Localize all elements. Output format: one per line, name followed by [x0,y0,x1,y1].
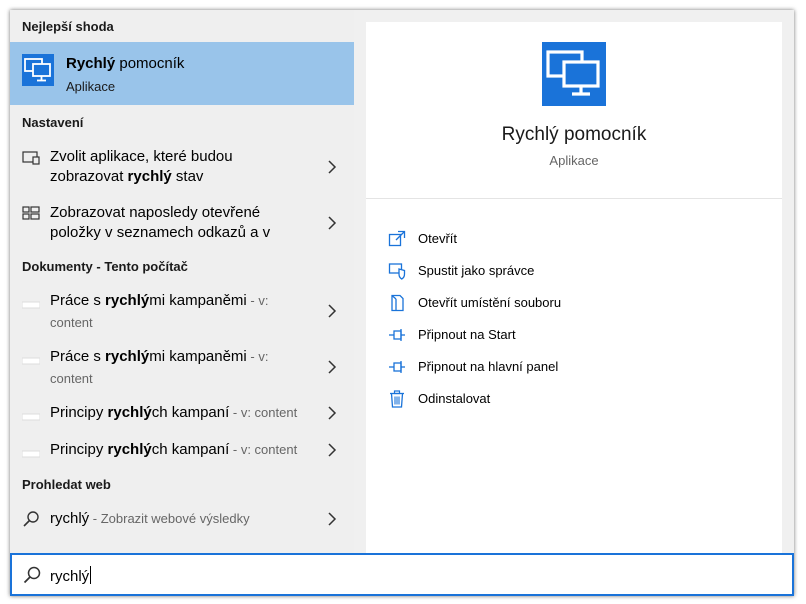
action-label: Otevřít [418,231,458,246]
best-match-item[interactable]: Rychlý pomocník Aplikace [10,42,354,105]
pin-icon [389,329,405,341]
action-label: Připnout na Start [418,327,516,342]
search-icon [23,566,41,584]
document-title: Principy rychlých kampaní - v: content [50,404,298,421]
web-query: rychlý [50,510,90,527]
settings-display-icon [22,151,40,170]
action-label: Spustit jako správce [418,263,535,278]
app-name: Rychlý pomocník [501,124,647,145]
document-title: Práce s rychlými kampaněmi - v: [50,348,269,365]
document-location: content [50,315,93,330]
document-icon [21,296,41,314]
chevron-right-icon [328,216,337,230]
best-match-subtitle: Aplikace [66,79,116,94]
start-layout-icon [22,206,40,225]
app-type: Aplikace [549,153,599,168]
section-best-match: Nejlepší shoda [22,19,114,34]
app-large-icon [542,42,606,106]
divider [366,198,782,199]
chevron-right-icon [328,512,337,526]
search-input[interactable]: rychlý [50,566,92,585]
pin-icon [389,361,405,373]
document-location: content [50,371,93,386]
search-icon [22,510,40,533]
document-icon [21,352,41,370]
open-icon [388,230,406,247]
shield-icon [388,263,406,280]
document-title: Práce s rychlými kampaněmi - v: [50,292,269,309]
document-title: Principy rychlých kampaní - v: content [50,441,298,458]
action-label: Odinstalovat [418,391,491,406]
start-search-window: Nejlepší shoda Rychlý pomocník Aplikace … [10,10,794,596]
web-hint: - Zobrazit webové výsledky [89,511,250,526]
action-label: Připnout na hlavní panel [418,359,559,374]
settings-item-line2: zobrazovat rychlý stav [50,168,204,185]
web-search-item[interactable]: rychlý - Zobrazit webové výsledky [10,508,354,532]
settings-item-quick-status[interactable]: Zvolit aplikace, které budou zobrazovat … [10,146,354,190]
app-icon [22,54,54,86]
chevron-right-icon [328,304,337,318]
file-location-icon [391,294,404,312]
section-documents: Dokumenty - Tento počítač [22,259,188,274]
chevron-right-icon [328,160,337,174]
search-box[interactable]: rychlý [10,553,794,596]
chevron-right-icon [328,443,337,457]
document-item[interactable]: Práce s rychlými kampaněmi - v: content [10,346,354,390]
action-label: Otevřít umístění souboru [418,295,562,310]
best-match-title: Rychlý pomocník [66,55,185,72]
section-settings: Nastavení [22,115,84,130]
document-icon [21,408,41,426]
document-item[interactable]: Práce s rychlými kampaněmi - v: content [10,290,354,334]
trash-icon [390,390,404,408]
settings-item-line1: Zvolit aplikace, které budou [50,148,233,165]
settings-item-line2: položky v seznamech odkazů a v [50,224,271,241]
section-web: Prohledat web [22,477,111,492]
settings-item-recent-items[interactable]: Zobrazovat naposledy otevřené položky v … [10,202,354,246]
results-pane: Nejlepší shoda Rychlý pomocník Aplikace … [10,10,354,553]
chevron-right-icon [328,406,337,420]
document-icon [21,445,41,463]
settings-item-line1: Zobrazovat naposledy otevřené [50,204,261,221]
document-item[interactable]: Principy rychlých kampaní - v: content [10,439,354,463]
chevron-right-icon [328,360,337,374]
text-caret [90,566,92,584]
document-item[interactable]: Principy rychlých kampaní - v: content [10,402,354,426]
detail-pane: Rychlý pomocník Aplikace Otevřít Spustit… [366,22,782,553]
